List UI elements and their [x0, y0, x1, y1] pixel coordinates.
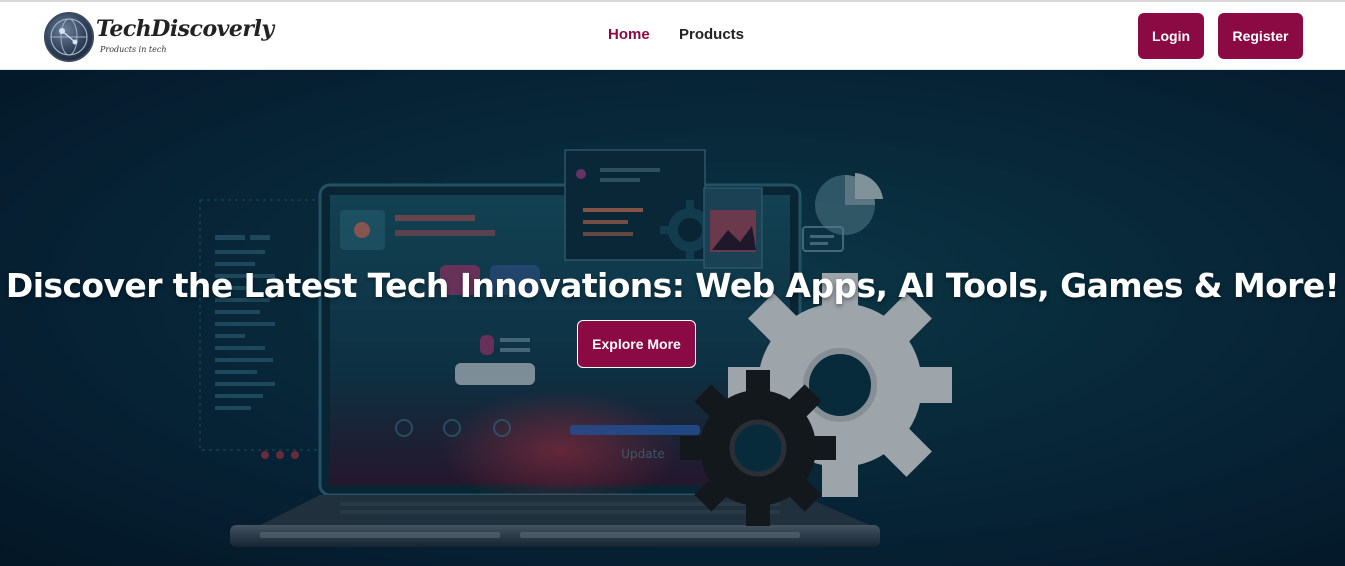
hero-title: Discover the Latest Tech Innovations: We… [5, 266, 1340, 305]
hero-section: Update Discover the Latest Tech Innovati… [0, 70, 1345, 566]
nav-link-products[interactable]: Products [679, 26, 744, 43]
explore-more-button[interactable]: Explore More [577, 320, 696, 368]
brand-name: TechDiscoverly [96, 16, 274, 42]
register-button[interactable]: Register [1218, 13, 1303, 59]
login-button[interactable]: Login [1138, 13, 1204, 59]
nav-link-home[interactable]: Home [608, 26, 650, 43]
brand-tagline: Products in tech [100, 45, 167, 54]
brand-logo-link[interactable]: TechDiscoverly Products in tech [44, 12, 274, 62]
laptop-illustration: Update [0, 70, 1345, 566]
navbar: TechDiscoverly Products in tech Home Pro… [0, 2, 1345, 70]
logo-globe-icon [44, 12, 94, 62]
